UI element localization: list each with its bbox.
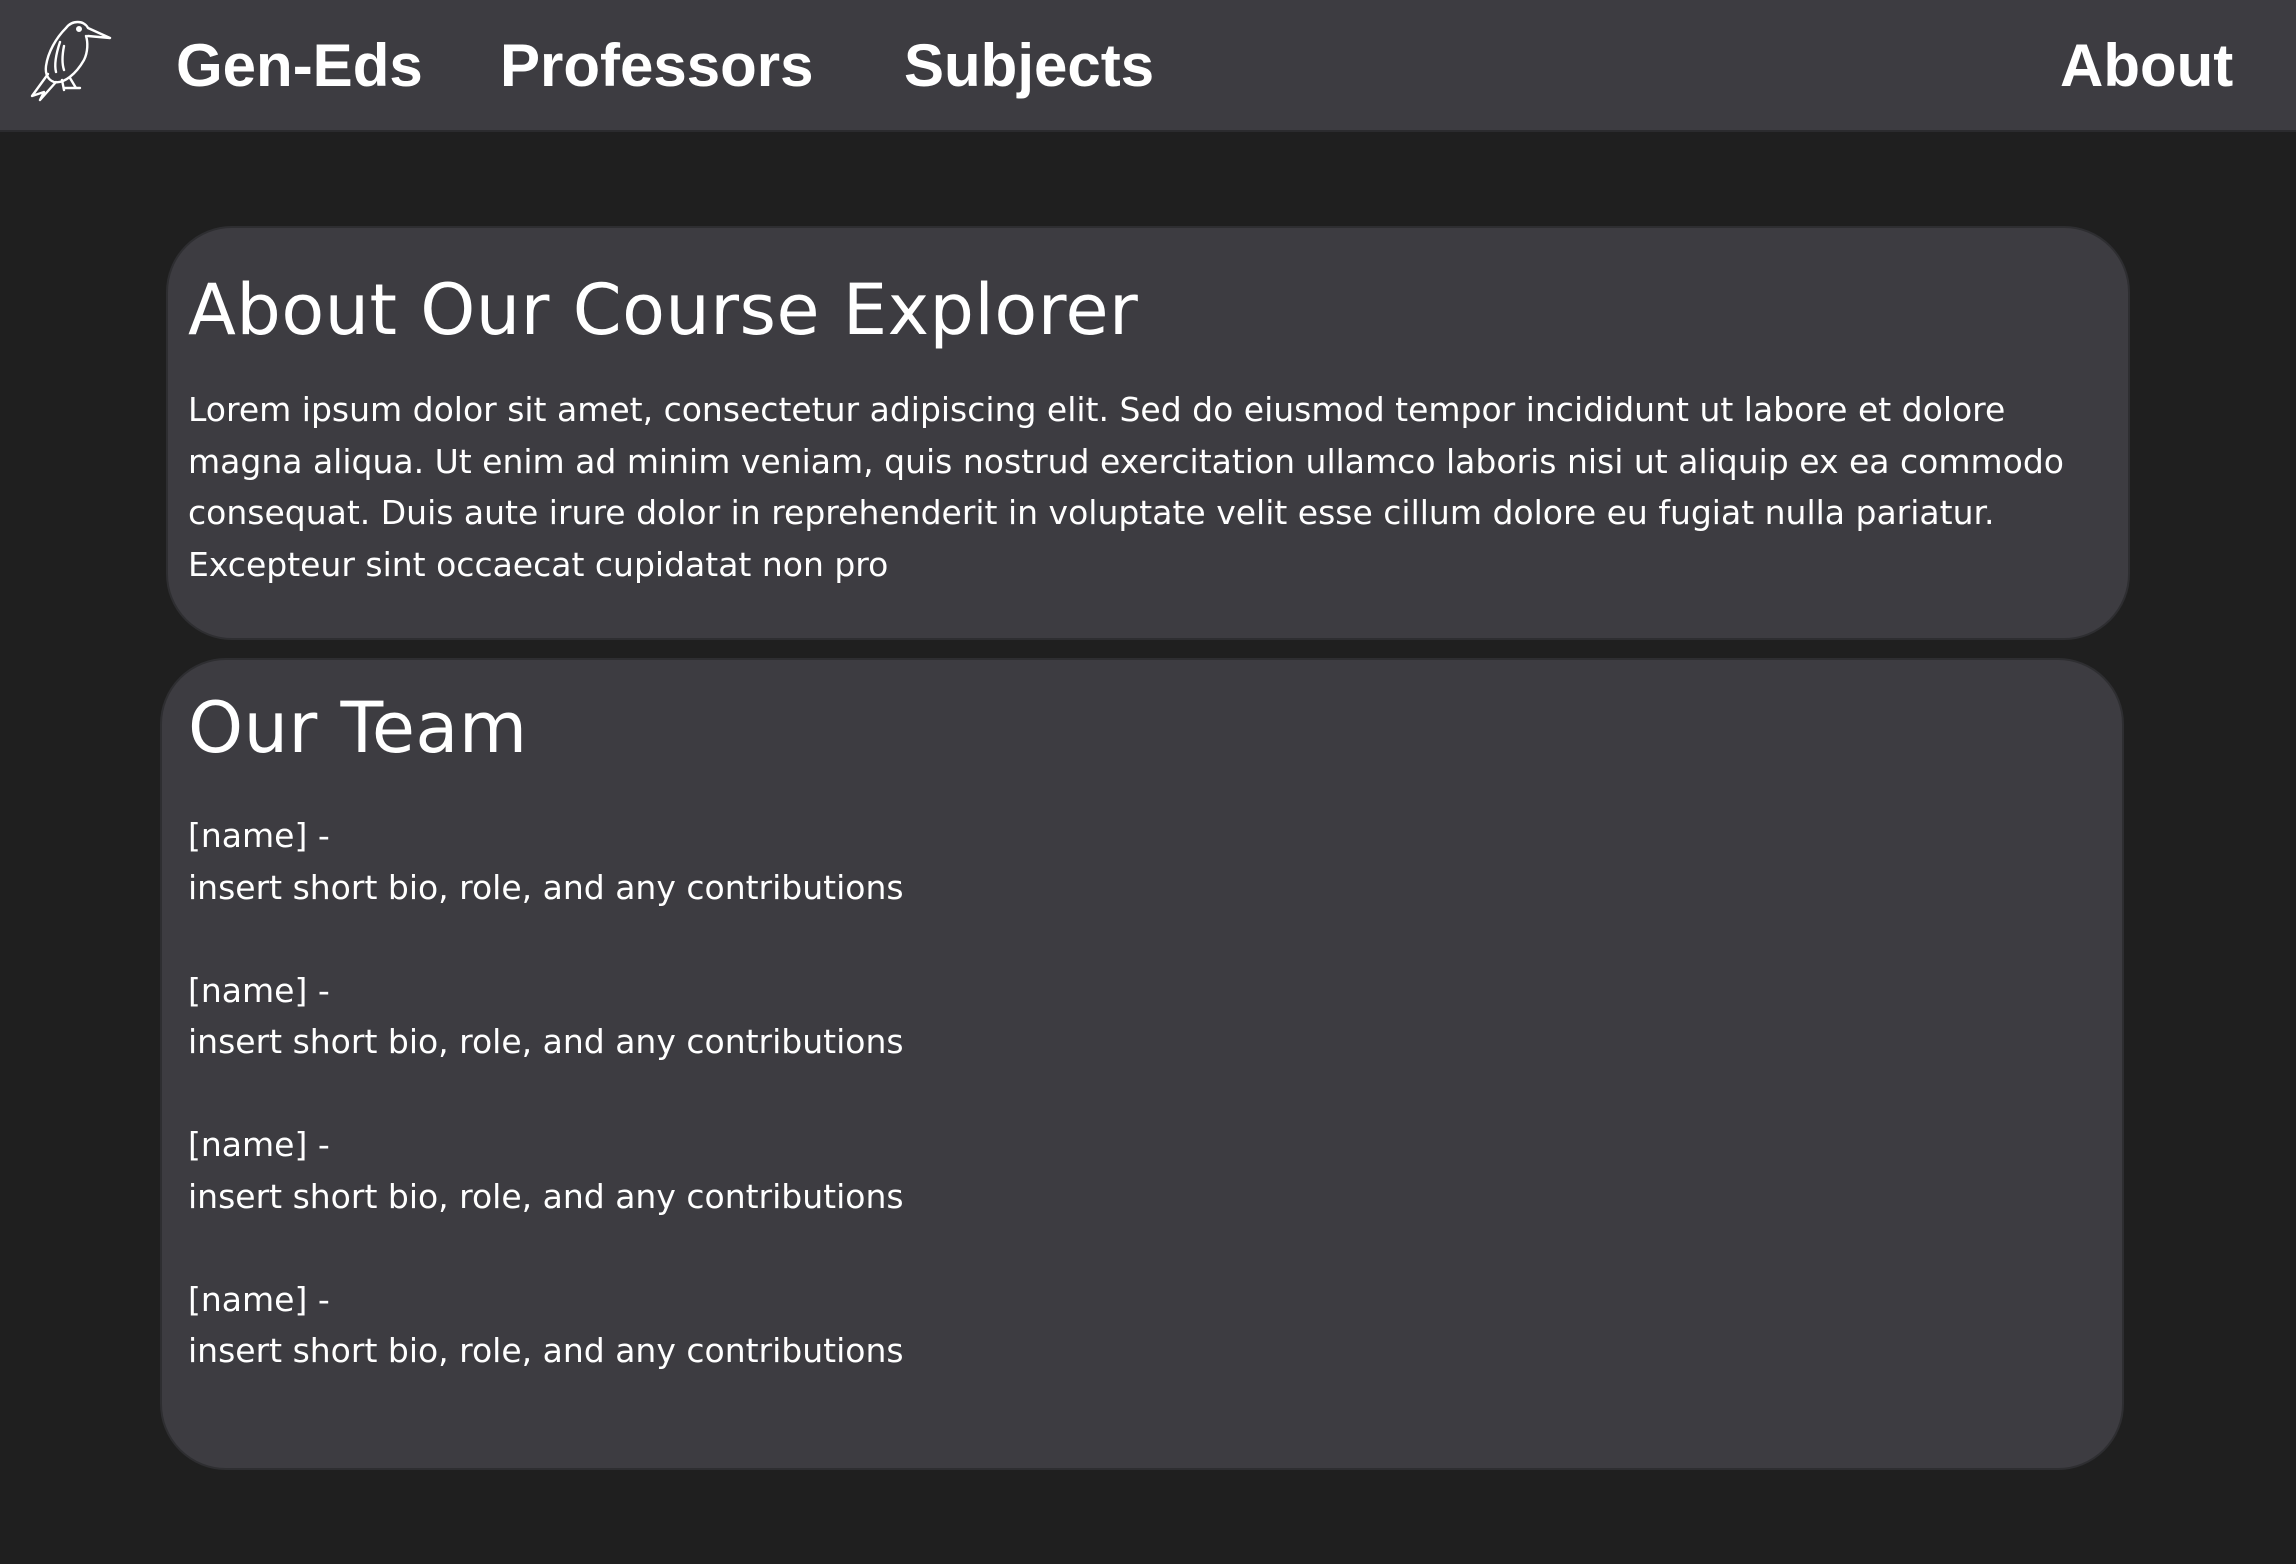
team-card: Our Team [name] - insert short bio, role… [160,658,2124,1470]
about-description: Lorem ipsum dolor sit amet, consectetur … [188,390,2064,584]
kingfisher-logo-icon[interactable] [26,16,116,102]
about-title: About Our Course Explorer [188,269,1139,351]
top-navbar: Gen-Eds Professors Subjects About [0,0,2296,132]
nav-link-about[interactable]: About [2060,30,2233,102]
team-title: Our Team [188,687,528,769]
member-name: [name] - [188,1279,330,1319]
member-name: [name] - [188,1125,330,1164]
member-bio: insert short bio, role, and any contribu… [188,1331,904,1370]
about-card: About Our Course Explorer Lorem ipsum do… [166,226,2130,640]
team-member-list: [name] - insert short bio, role, and any… [188,810,2068,1377]
team-member: [name] - insert short bio, role, and any… [188,1119,2068,1222]
team-member: [name] - insert short bio, role, and any… [188,965,2068,1068]
member-bio: insert short bio, role, and any contribu… [188,1022,904,1061]
team-member: [name] - insert short bio, role, and any… [188,810,2068,913]
member-bio: insert short bio, role, and any contribu… [188,867,904,907]
nav-link-subjects[interactable]: Subjects [904,30,1154,102]
team-member: [name] - insert short bio, role, and any… [188,1274,2068,1377]
member-name: [name] - [188,816,330,855]
nav-link-professors[interactable]: Professors [500,30,813,102]
nav-link-gen-eds[interactable]: Gen-Eds [176,30,423,102]
member-name: [name] - [188,970,330,1010]
member-bio: insert short bio, role, and any contribu… [188,1176,904,1216]
